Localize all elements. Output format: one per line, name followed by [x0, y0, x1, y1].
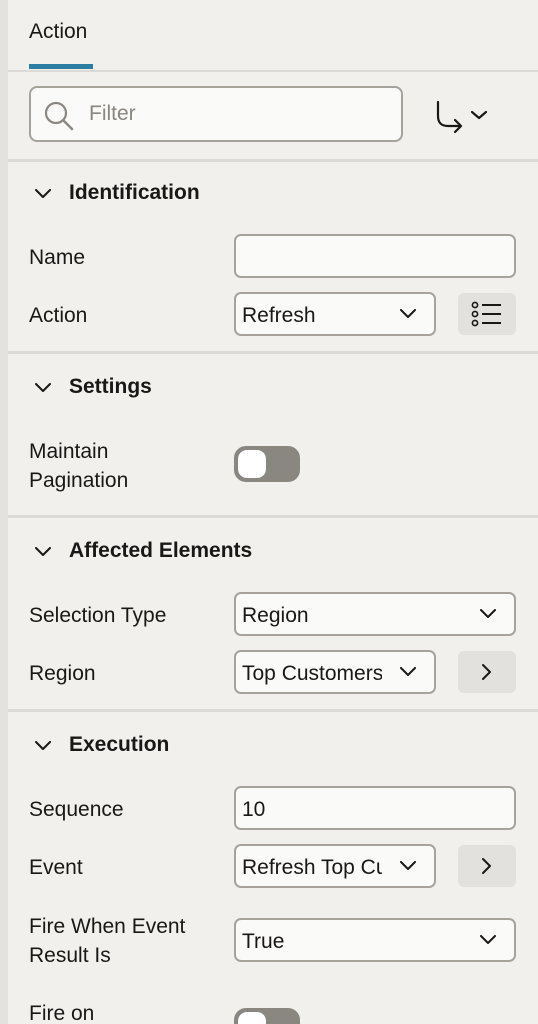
action-label: Action — [29, 304, 88, 327]
chevron-down-icon — [35, 383, 51, 392]
event-select[interactable]: Refresh Top Customers — [234, 844, 436, 888]
fire-when-select[interactable]: True — [234, 918, 516, 962]
selection-type-label: Selection Type — [29, 604, 167, 627]
chevron-down-icon — [35, 741, 51, 750]
search-icon — [44, 101, 74, 131]
section-divider — [8, 351, 538, 354]
chevron-down-icon — [400, 667, 416, 676]
go-to-group-button[interactable] — [428, 96, 492, 136]
maintain-pagination-label-line2: Pagination — [29, 469, 129, 492]
fire-when-label-line2: Result Is — [29, 944, 111, 967]
maintain-pagination-label-line1: Maintain — [29, 440, 109, 463]
chevron-down-icon — [400, 309, 416, 318]
go-to-arrow-icon — [436, 100, 488, 134]
event-label: Event — [29, 856, 83, 879]
section-title: Identification — [69, 181, 200, 204]
selection-type-value: Region — [242, 604, 309, 627]
fire-when-label-line1: Fire When Event — [29, 915, 186, 938]
region-select[interactable]: Top Customers — [234, 650, 436, 694]
chevron-down-icon — [480, 609, 496, 618]
name-input[interactable] — [234, 234, 516, 278]
chevron-down-icon — [480, 935, 496, 944]
action-list-button[interactable] — [458, 293, 516, 335]
event-select-value: Refresh Top Customers — [242, 856, 382, 879]
section-divider — [8, 515, 538, 518]
region-label: Region — [29, 662, 96, 685]
chevron-down-icon — [35, 189, 51, 198]
section-title: Affected Elements — [69, 539, 253, 562]
chevron-down-icon — [35, 547, 51, 556]
active-tab-indicator — [29, 64, 93, 69]
region-select-value: Top Customers — [242, 662, 382, 685]
event-go-button[interactable] — [458, 845, 516, 887]
left-border — [0, 0, 8, 1024]
filter-input[interactable] — [89, 98, 379, 130]
chevron-right-icon — [482, 858, 491, 874]
chevron-down-icon — [400, 861, 416, 870]
maintain-pagination-toggle[interactable] — [234, 446, 300, 482]
tab-action[interactable]: Action — [29, 20, 87, 44]
sequence-label: Sequence — [29, 798, 124, 821]
section-title: Settings — [69, 375, 152, 398]
action-select-value: Refresh — [242, 304, 316, 327]
fire-when-value: True — [242, 930, 285, 953]
region-go-button[interactable] — [458, 651, 516, 693]
toggle-knob — [238, 1012, 266, 1024]
sequence-input[interactable]: 10 — [234, 786, 516, 830]
fire-on-label: Fire on — [29, 1002, 95, 1024]
section-divider — [8, 159, 538, 162]
selection-type-select[interactable]: Region — [234, 592, 516, 636]
property-editor-panel: Action Identification Name Action Refres… — [8, 0, 538, 1024]
filter-field[interactable] — [29, 86, 403, 142]
section-divider — [8, 709, 538, 712]
toggle-knob — [238, 450, 266, 478]
list-icon — [471, 301, 501, 327]
chevron-right-icon — [482, 664, 491, 680]
fire-on-toggle[interactable] — [234, 1008, 300, 1024]
action-select[interactable]: Refresh — [234, 292, 436, 336]
section-title: Execution — [69, 733, 170, 756]
tab-bar: Action — [8, 0, 538, 72]
name-label: Name — [29, 246, 86, 269]
